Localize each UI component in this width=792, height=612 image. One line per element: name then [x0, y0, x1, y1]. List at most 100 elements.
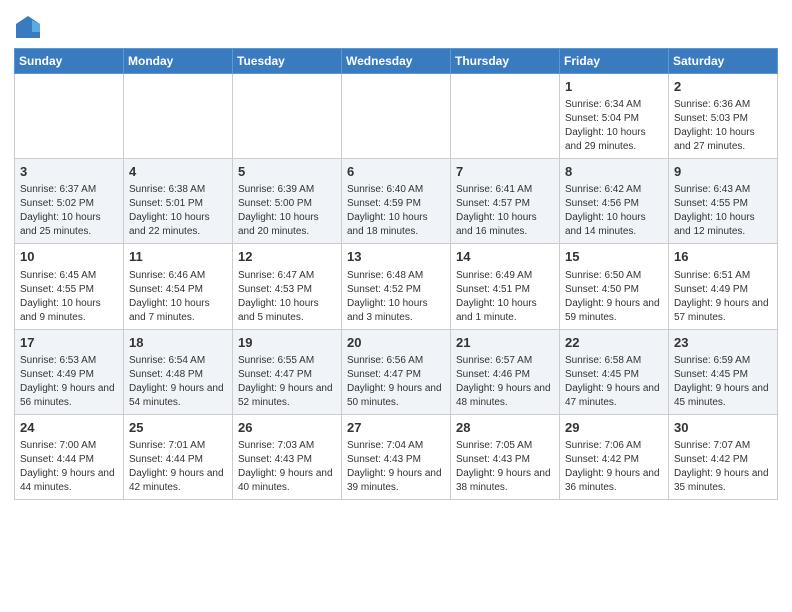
calendar-cell: 22 Sunrise: 6:58 AMSunset: 4:45 PMDayligh… [560, 329, 669, 414]
calendar-cell: 23 Sunrise: 6:59 AMSunset: 4:45 PMDayligh… [669, 329, 778, 414]
day-info: Sunrise: 7:06 AMSunset: 4:42 PMDaylight:… [565, 439, 663, 495]
calendar-cell: 13Sunrise: 6:48 AMSunset: 4:52 PMDayligh… [342, 244, 451, 329]
day-info: Sunrise: 6:39 AMSunset: 5:00 PMDaylight:… [238, 183, 336, 239]
day-number: 26 [238, 419, 336, 437]
day-header-friday: Friday [560, 49, 669, 74]
calendar-cell: 10 Sunrise: 6:45 AMSunset: 4:55 PMDayligh… [15, 244, 124, 329]
calendar-week-4: 17 Sunrise: 6:53 AMSunset: 4:49 PMDayligh… [15, 329, 778, 414]
calendar-cell: 17 Sunrise: 6:53 AMSunset: 4:49 PMDayligh… [15, 329, 124, 414]
day-info: Sunrise: 6:34 AMSunset: 5:04 PMDaylight:… [565, 98, 663, 154]
day-number: 2 [674, 78, 772, 96]
logo-icon [14, 14, 42, 42]
calendar-cell: 14 Sunrise: 6:49 AMSunset: 4:51 PMDayligh… [451, 244, 560, 329]
day-number: 4 [129, 163, 227, 181]
day-number: 5 [238, 163, 336, 181]
day-number: 15 [565, 248, 663, 266]
calendar-cell: 30 Sunrise: 7:07 AMSunset: 4:42 PMDayligh… [669, 414, 778, 499]
calendar-cell: 26 Sunrise: 7:03 AMSunset: 4:43 PMDayligh… [233, 414, 342, 499]
day-info: Sunrise: 7:07 AMSunset: 4:42 PMDaylight:… [674, 439, 772, 495]
calendar-table: SundayMondayTuesdayWednesdayThursdayFrid… [14, 48, 778, 500]
day-number: 7 [456, 163, 554, 181]
calendar-cell: 6Sunrise: 6:40 AMSunset: 4:59 PMDaylight… [342, 159, 451, 244]
day-info: Sunrise: 7:03 AMSunset: 4:43 PMDaylight:… [238, 439, 336, 495]
calendar-cell: 25 Sunrise: 7:01 AMSunset: 4:44 PMDayligh… [124, 414, 233, 499]
calendar-cell: 3Sunrise: 6:37 AMSunset: 5:02 PMDaylight… [15, 159, 124, 244]
day-info: Sunrise: 6:49 AMSunset: 4:51 PMDaylight:… [456, 269, 554, 325]
calendar-cell: 19 Sunrise: 6:55 AMSunset: 4:47 PMDayligh… [233, 329, 342, 414]
day-number: 10 [20, 248, 118, 266]
day-number: 18 [129, 334, 227, 352]
day-info: Sunrise: 6:53 AMSunset: 4:49 PMDaylight:… [20, 354, 118, 410]
calendar-cell: 4 Sunrise: 6:38 AMSunset: 5:01 PMDaylight… [124, 159, 233, 244]
day-number: 21 [456, 334, 554, 352]
day-info: Sunrise: 6:43 AMSunset: 4:55 PMDaylight:… [674, 183, 772, 239]
day-number: 20 [347, 334, 445, 352]
day-info: Sunrise: 6:54 AMSunset: 4:48 PMDaylight:… [129, 354, 227, 410]
day-number: 9 [674, 163, 772, 181]
calendar-header-row: SundayMondayTuesdayWednesdayThursdayFrid… [15, 49, 778, 74]
calendar-cell: 28 Sunrise: 7:05 AMSunset: 4:43 PMDayligh… [451, 414, 560, 499]
calendar-cell [15, 74, 124, 159]
logo [14, 14, 46, 42]
day-info: Sunrise: 7:00 AMSunset: 4:44 PMDaylight:… [20, 439, 118, 495]
day-number: 25 [129, 419, 227, 437]
day-header-monday: Monday [124, 49, 233, 74]
day-info: Sunrise: 6:51 AMSunset: 4:49 PMDaylight:… [674, 269, 772, 325]
day-info: Sunrise: 6:50 AMSunset: 4:50 PMDaylight:… [565, 269, 663, 325]
day-info: Sunrise: 7:04 AMSunset: 4:43 PMDaylight:… [347, 439, 445, 495]
day-info: Sunrise: 6:38 AMSunset: 5:01 PMDaylight:… [129, 183, 227, 239]
day-number: 1 [565, 78, 663, 96]
main-container: SundayMondayTuesdayWednesdayThursdayFrid… [0, 0, 792, 612]
calendar-week-1: 1 Sunrise: 6:34 AMSunset: 5:04 PMDaylight… [15, 74, 778, 159]
calendar-cell: 12Sunrise: 6:47 AMSunset: 4:53 PMDayligh… [233, 244, 342, 329]
calendar-week-5: 24Sunrise: 7:00 AMSunset: 4:44 PMDayligh… [15, 414, 778, 499]
day-number: 16 [674, 248, 772, 266]
calendar-cell: 21 Sunrise: 6:57 AMSunset: 4:46 PMDayligh… [451, 329, 560, 414]
day-number: 30 [674, 419, 772, 437]
day-number: 28 [456, 419, 554, 437]
day-info: Sunrise: 6:45 AMSunset: 4:55 PMDaylight:… [20, 269, 118, 325]
day-info: Sunrise: 7:05 AMSunset: 4:43 PMDaylight:… [456, 439, 554, 495]
day-number: 19 [238, 334, 336, 352]
day-info: Sunrise: 6:36 AMSunset: 5:03 PMDaylight:… [674, 98, 772, 154]
calendar-cell [342, 74, 451, 159]
day-info: Sunrise: 7:01 AMSunset: 4:44 PMDaylight:… [129, 439, 227, 495]
day-number: 27 [347, 419, 445, 437]
calendar-cell: 8 Sunrise: 6:42 AMSunset: 4:56 PMDaylight… [560, 159, 669, 244]
day-number: 29 [565, 419, 663, 437]
calendar-cell: 29 Sunrise: 7:06 AMSunset: 4:42 PMDayligh… [560, 414, 669, 499]
day-number: 14 [456, 248, 554, 266]
day-header-saturday: Saturday [669, 49, 778, 74]
day-number: 12 [238, 248, 336, 266]
day-number: 11 [129, 248, 227, 266]
calendar-cell: 18 Sunrise: 6:54 AMSunset: 4:48 PMDayligh… [124, 329, 233, 414]
calendar-cell [451, 74, 560, 159]
day-header-thursday: Thursday [451, 49, 560, 74]
day-header-wednesday: Wednesday [342, 49, 451, 74]
day-info: Sunrise: 6:42 AMSunset: 4:56 PMDaylight:… [565, 183, 663, 239]
calendar-cell: 24Sunrise: 7:00 AMSunset: 4:44 PMDayligh… [15, 414, 124, 499]
day-header-sunday: Sunday [15, 49, 124, 74]
day-number: 17 [20, 334, 118, 352]
calendar-cell: 9 Sunrise: 6:43 AMSunset: 4:55 PMDaylight… [669, 159, 778, 244]
day-info: Sunrise: 6:56 AMSunset: 4:47 PMDaylight:… [347, 354, 445, 410]
day-info: Sunrise: 6:55 AMSunset: 4:47 PMDaylight:… [238, 354, 336, 410]
day-header-tuesday: Tuesday [233, 49, 342, 74]
header [14, 10, 778, 42]
day-number: 8 [565, 163, 663, 181]
calendar-cell: 11 Sunrise: 6:46 AMSunset: 4:54 PMDayligh… [124, 244, 233, 329]
calendar-week-2: 3Sunrise: 6:37 AMSunset: 5:02 PMDaylight… [15, 159, 778, 244]
day-info: Sunrise: 6:57 AMSunset: 4:46 PMDaylight:… [456, 354, 554, 410]
calendar-cell [233, 74, 342, 159]
day-info: Sunrise: 6:46 AMSunset: 4:54 PMDaylight:… [129, 269, 227, 325]
day-info: Sunrise: 6:59 AMSunset: 4:45 PMDaylight:… [674, 354, 772, 410]
calendar-cell: 20 Sunrise: 6:56 AMSunset: 4:47 PMDayligh… [342, 329, 451, 414]
calendar-cell: 27 Sunrise: 7:04 AMSunset: 4:43 PMDayligh… [342, 414, 451, 499]
day-number: 13 [347, 248, 445, 266]
calendar-cell: 7Sunrise: 6:41 AMSunset: 4:57 PMDaylight… [451, 159, 560, 244]
day-info: Sunrise: 6:58 AMSunset: 4:45 PMDaylight:… [565, 354, 663, 410]
day-number: 23 [674, 334, 772, 352]
day-number: 3 [20, 163, 118, 181]
calendar-cell: 2 Sunrise: 6:36 AMSunset: 5:03 PMDaylight… [669, 74, 778, 159]
day-number: 22 [565, 334, 663, 352]
